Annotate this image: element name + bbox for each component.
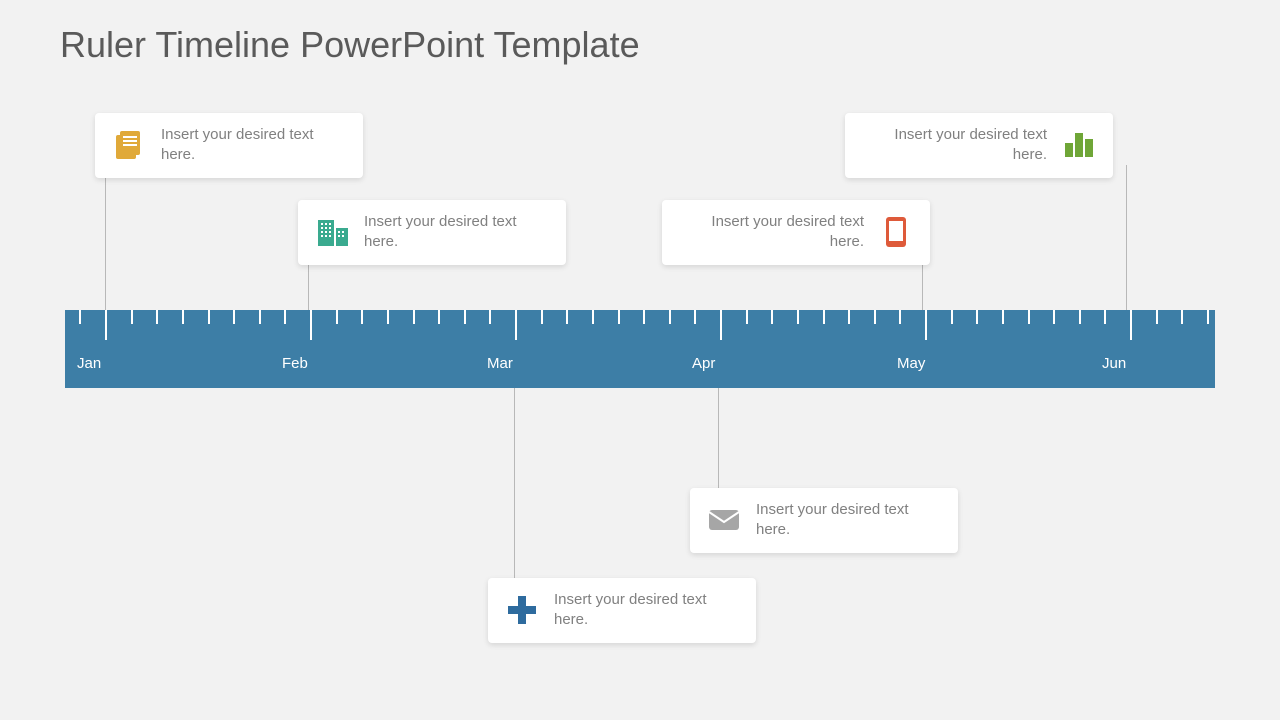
month-label: May — [897, 355, 925, 372]
month-label: Feb — [282, 355, 308, 372]
tick-row — [65, 310, 1215, 340]
card-text: Insert your desired text here. — [364, 212, 550, 253]
timeline-card-2: Insert your desired text here. — [298, 200, 566, 265]
timeline-card-3: Insert your desired text here. — [662, 200, 930, 265]
buildings-icon — [314, 214, 350, 250]
month-label: Jun — [1102, 355, 1126, 372]
card-text: Insert your desired text here. — [678, 212, 864, 253]
card-text: Insert your desired text here. — [554, 590, 740, 631]
slide-title: Ruler Timeline PowerPoint Template — [60, 24, 640, 66]
month-label: Apr — [692, 355, 715, 372]
connector-6 — [514, 388, 515, 583]
timeline-ruler: Jan Feb Mar Apr May Jun — [65, 310, 1215, 388]
envelope-icon — [706, 502, 742, 538]
connector-5 — [718, 388, 719, 498]
month-label: Mar — [487, 355, 513, 372]
connector-3 — [922, 260, 923, 310]
month-label: Jan — [77, 355, 101, 372]
card-text: Insert your desired text here. — [161, 125, 347, 166]
timeline-card-6: Insert your desired text here. — [488, 578, 756, 643]
card-text: Insert your desired text here. — [861, 125, 1047, 166]
bar-chart-icon — [1061, 127, 1097, 163]
tablet-icon — [878, 214, 914, 250]
document-icon — [111, 127, 147, 163]
timeline-card-4: Insert your desired text here. — [845, 113, 1113, 178]
connector-1 — [105, 165, 106, 310]
timeline-card-1: Insert your desired text here. — [95, 113, 363, 178]
connector-2 — [308, 260, 309, 310]
card-text: Insert your desired text here. — [756, 500, 942, 541]
connector-4 — [1126, 165, 1127, 310]
timeline-card-5: Insert your desired text here. — [690, 488, 958, 553]
cross-icon — [504, 592, 540, 628]
